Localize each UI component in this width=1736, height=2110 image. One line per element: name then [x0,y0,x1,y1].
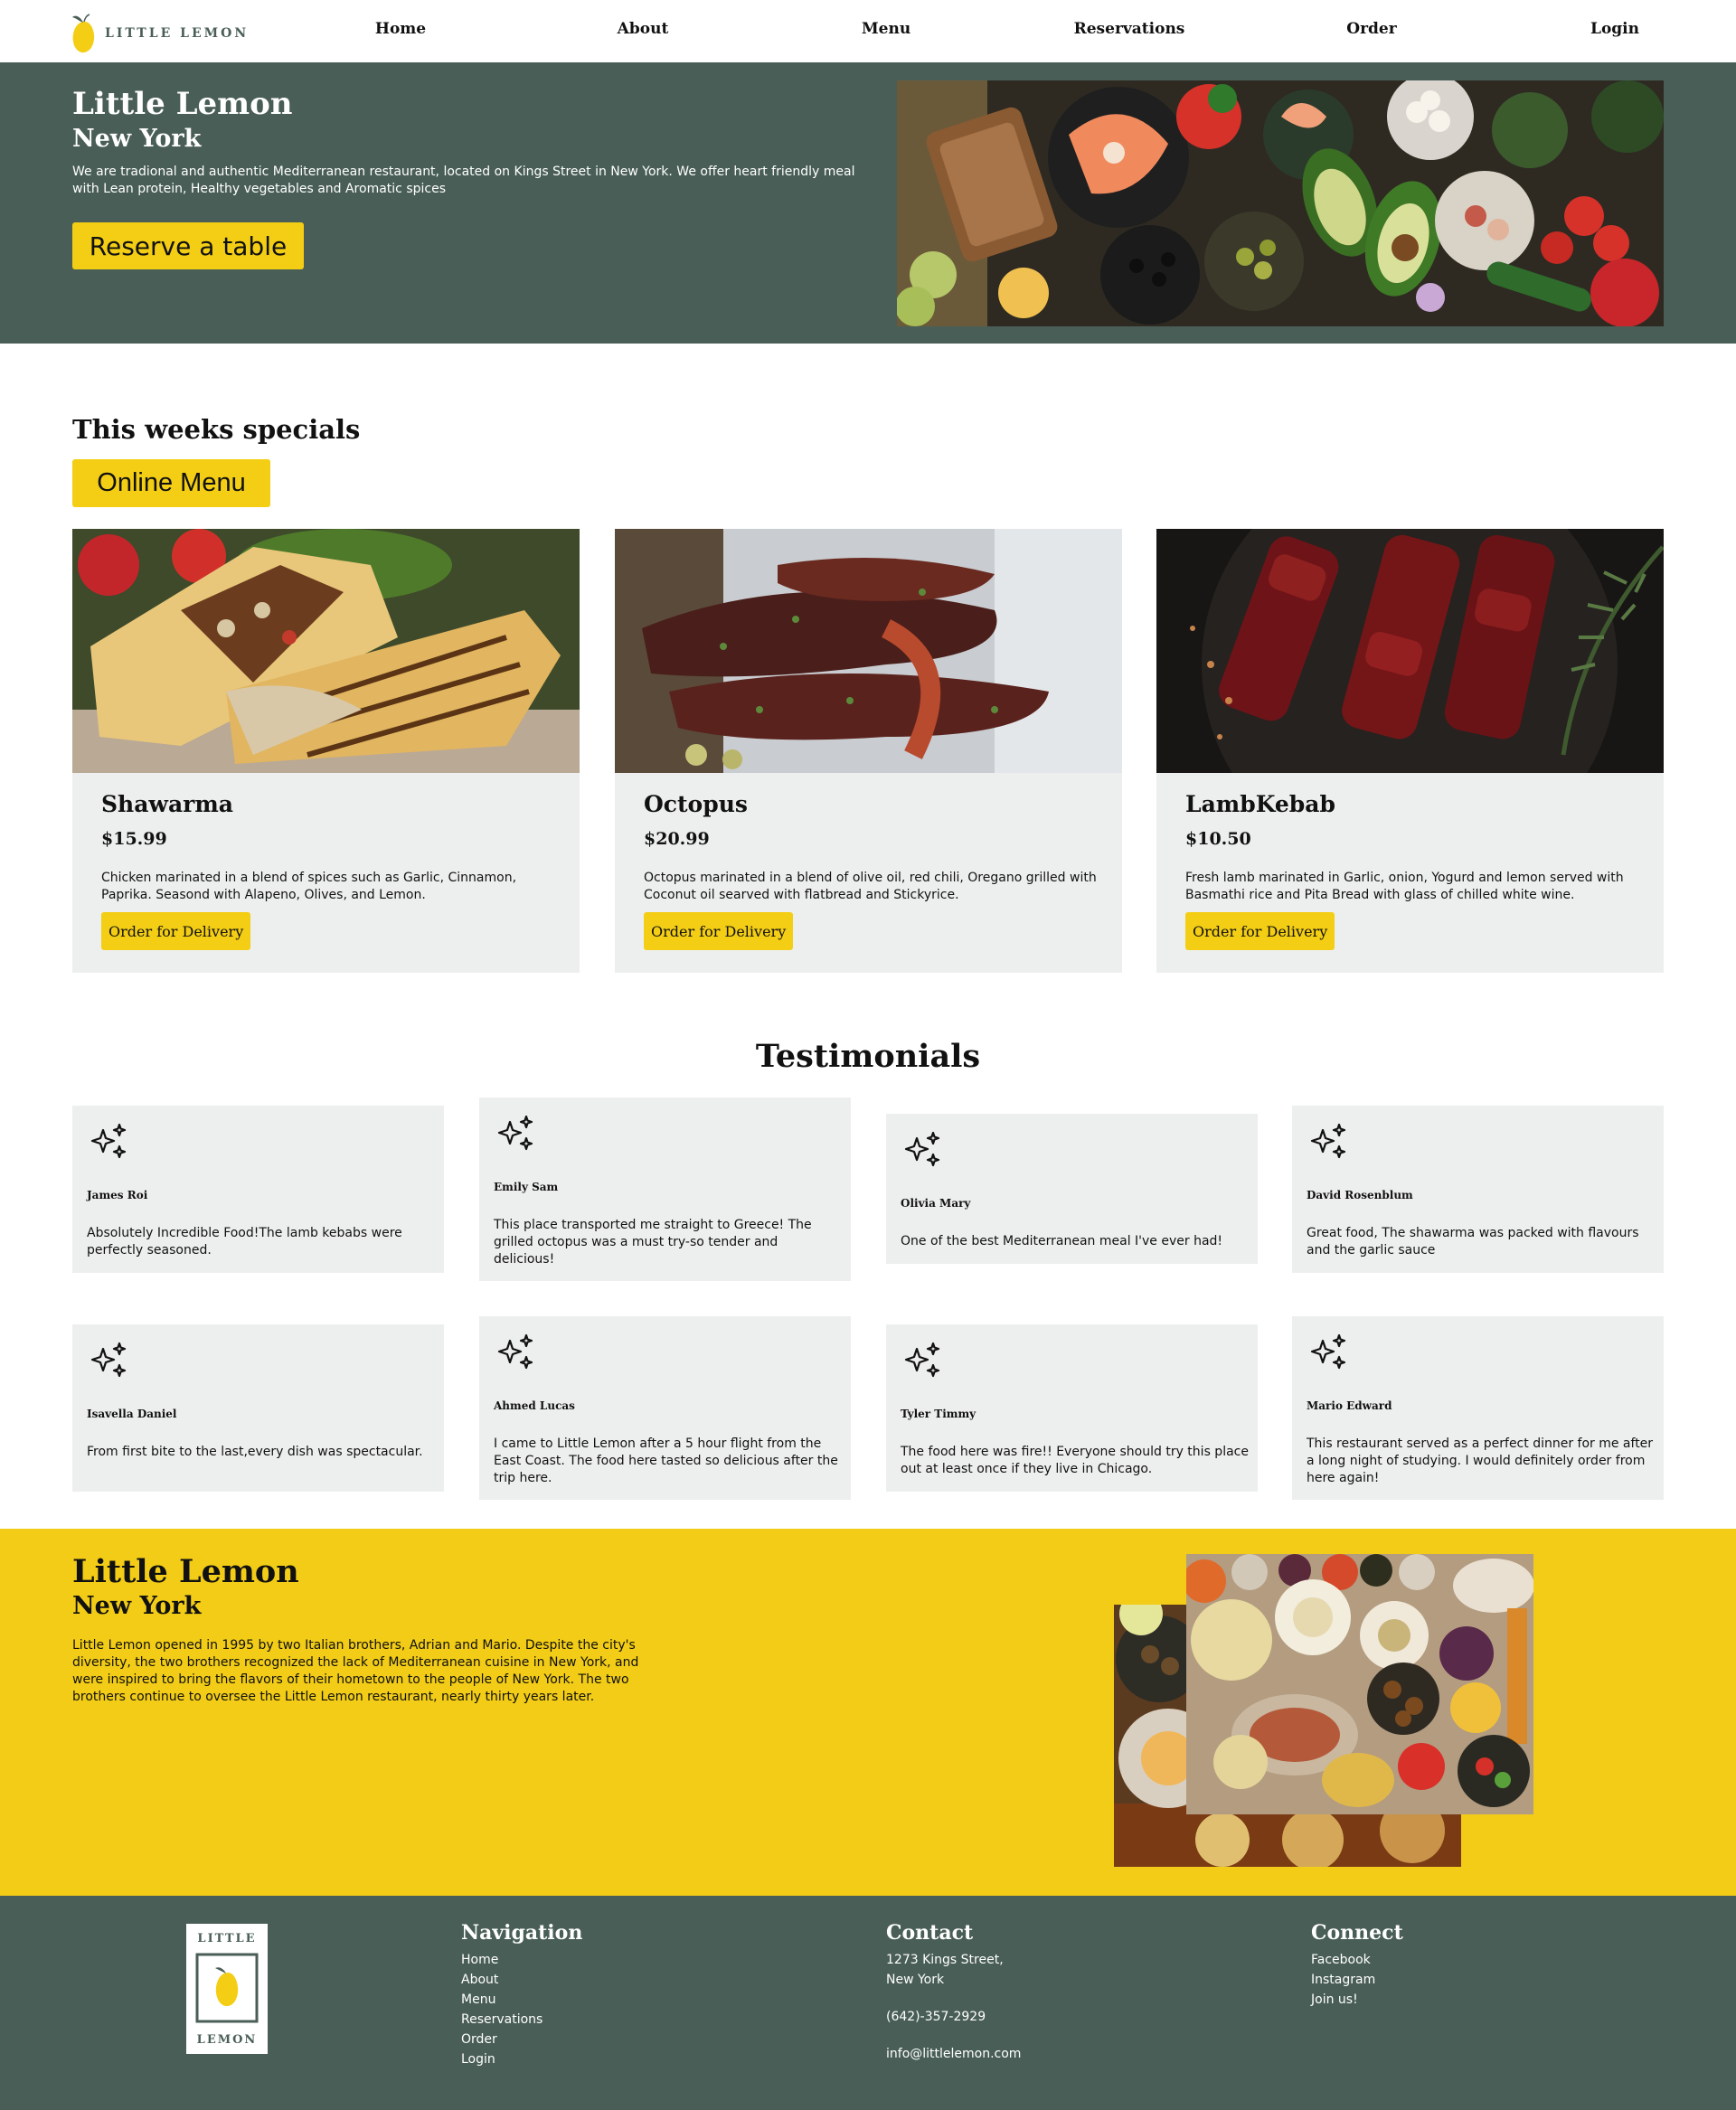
about-title: Little Lemon [72,1553,299,1590]
testimonial-card: Mario Edward This restaurant served as a… [1292,1316,1664,1500]
hero-title: Little Lemon [72,86,293,122]
nav-link-about[interactable]: About [618,20,669,38]
about-description: Little Lemon opened in 1995 by two Itali… [72,1638,639,1704]
reserve-table-button[interactable]: Reserve a table [72,222,304,269]
footer-logo-text-bottom: LEMON [197,2033,258,2047]
lambkebab-image [1156,529,1664,773]
shawarma-image [72,529,580,773]
footer-link-menu[interactable]: Menu [461,1990,582,2010]
footer-address-line1: 1273 Kings Street, [886,1953,1004,1967]
testimonial-text: One of the best Mediterranean meal I've … [901,1234,1223,1248]
testimonial-card: Isavella Daniel From first bite to the l… [72,1324,444,1492]
top-nav: LITTLE LEMON Home About Menu Reservation… [0,0,1736,62]
testimonial-card: Tyler Timmy The food here was fire!! Eve… [886,1324,1258,1492]
special-description: Fresh lamb marinated in Garlic, onion, Y… [1185,871,1624,902]
testimonial-text: The food here was fire!! Everyone should… [901,1445,1249,1476]
order-delivery-button[interactable]: Order for Delivery [644,912,794,950]
special-card-shawarma: Shawarma $15.99 Chicken marinated in a b… [72,529,580,973]
hero-subtitle: New York [72,125,202,153]
special-name: LambKebab [1185,791,1335,817]
footer-link-join-us[interactable]: Join us! [1311,1990,1403,2010]
special-price: $20.99 [644,829,710,849]
testimonial-name: David Rosenblum [1307,1189,1413,1201]
footer-address-line2: New York [886,1973,945,1987]
footer-navigation-title: Navigation [461,1921,583,1945]
order-delivery-button[interactable]: Order for Delivery [101,912,251,950]
footer-contact-title: Contact [886,1921,974,1945]
footer-link-home[interactable]: Home [461,1950,582,1970]
footer-navigation: Navigation Home About Menu Reservations … [461,1921,582,2069]
special-description: Octopus marinated in a blend of olive oi… [644,871,1097,902]
footer-contact: Contact 1273 Kings Street, New York (642… [886,1921,1021,2064]
footer-link-order[interactable]: Order [461,2030,582,2049]
footer-connect: Connect Facebook Instagram Join us! [1311,1921,1403,2010]
footer-logo-text-top: LITTLE [197,1932,256,1945]
footer-link-facebook[interactable]: Facebook [1311,1950,1403,1970]
order-delivery-button[interactable]: Order for Delivery [1185,912,1335,950]
special-name: Octopus [644,791,748,817]
sparkles-icon [497,1333,533,1370]
testimonial-card: David Rosenblum Great food, The shawarma… [1292,1106,1664,1273]
testimonials-title: Testimonials [755,1038,981,1075]
special-description: Chicken marinated in a blend of spices s… [101,871,517,902]
nav-link-reservations[interactable]: Reservations [1074,20,1185,38]
nav-link-login[interactable]: Login [1590,20,1639,38]
sparkles-icon [904,1342,940,1378]
testimonial-card: Ahmed Lucas I came to Little Lemon after… [479,1316,851,1500]
footer-link-reservations[interactable]: Reservations [461,2010,582,2030]
special-price: $10.50 [1185,829,1251,849]
nav-link-home[interactable]: Home [375,20,426,38]
testimonial-name: Olivia Mary [901,1197,971,1210]
testimonial-text: This place transported me straight to Gr… [494,1218,812,1267]
testimonial-text: From first bite to the last,every dish w… [87,1445,423,1459]
footer-link-instagram[interactable]: Instagram [1311,1970,1403,1990]
special-card-octopus: Octopus $20.99 Octopus marinated in a bl… [615,529,1122,973]
special-name: Shawarma [101,791,233,817]
hero-food-image [897,80,1664,326]
sparkles-icon [1310,1333,1346,1370]
testimonial-text: This restaurant served as a perfect dinn… [1307,1436,1654,1485]
testimonial-card: James Roi Absolutely Incredible Food!The… [72,1106,444,1273]
special-card-lambkebab: LambKebab $10.50 Fresh lamb marinated in… [1156,529,1664,973]
footer-link-about[interactable]: About [461,1970,582,1990]
footer-connect-title: Connect [1311,1921,1403,1945]
hero-section: Little Lemon New York We are tradional a… [0,62,1736,344]
testimonial-name: Ahmed Lucas [494,1399,575,1412]
footer: LITTLE LEMON Navigation Home About Menu … [0,1896,1736,2110]
special-price: $15.99 [101,829,167,849]
footer-logo[interactable]: LITTLE LEMON [186,1924,268,2054]
logo-text: LITTLE LEMON [105,26,250,41]
about-subtitle: New York [72,1592,202,1620]
specials-title: This weeks specials [72,414,361,445]
testimonial-card: Olivia Mary One of the best Mediterranea… [886,1114,1258,1264]
sparkles-icon [90,1123,127,1159]
testimonial-name: Tyler Timmy [901,1408,976,1420]
about-image-front [1186,1554,1533,1814]
footer-email[interactable]: info@littlelemon.com [886,2044,1021,2064]
footer-link-login[interactable]: Login [461,2049,582,2069]
online-menu-button[interactable]: Online Menu [72,459,270,507]
testimonial-name: Mario Edward [1307,1399,1392,1412]
octopus-image [615,529,1122,773]
sparkles-icon [904,1131,940,1167]
lemon-icon [72,14,95,53]
testimonial-text: I came to Little Lemon after a 5 hour fl… [494,1436,838,1485]
header-logo[interactable]: LITTLE LEMON [70,11,249,56]
nav-link-menu[interactable]: Menu [862,20,910,38]
sparkles-icon [90,1342,127,1378]
lemon-icon [215,1973,239,2007]
sparkles-icon [497,1115,533,1151]
testimonial-text: Absolutely Incredible Food!The lamb keba… [87,1226,402,1258]
footer-phone[interactable]: (642)-357-2929 [886,2007,1021,2027]
testimonial-name: Emily Sam [494,1181,559,1193]
sparkles-icon [1310,1123,1346,1159]
hero-description: We are tradional and authentic Mediterra… [72,165,855,196]
testimonial-card: Emily Sam This place transported me stra… [479,1097,851,1281]
testimonial-name: Isavella Daniel [87,1408,177,1420]
nav-link-order[interactable]: Order [1346,20,1396,38]
testimonial-name: James Roi [87,1189,148,1201]
testimonial-text: Great food, The shawarma was packed with… [1307,1226,1639,1258]
about-section: Little Lemon New York Little Lemon opene… [0,1529,1736,1896]
